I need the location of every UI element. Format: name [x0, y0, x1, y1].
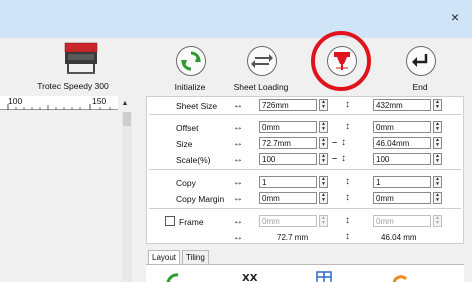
spin-button[interactable]: ▲ ▼ [319, 215, 328, 227]
copy-margin-label: Copy Margin [176, 194, 225, 204]
sheet-size-row: Sheet Size ↔ ▲▼ ↕ ▲▼ [149, 99, 461, 113]
scale-x-field[interactable] [259, 153, 317, 165]
scrollbar-thumb[interactable] [123, 112, 131, 126]
device-panel[interactable]: Trotec Speedy 300 [0, 38, 146, 94]
vertical-arrow-icon: ↕ [345, 192, 350, 203]
dimension-height: 46.04 mm [381, 233, 417, 242]
vertical-arrow-icon: ↕ [345, 121, 350, 132]
spin-button[interactable]: ▲ ▼ [433, 215, 442, 227]
horizontal-arrow-icon: ↔ [233, 216, 243, 227]
aspect-lock-icon[interactable]: – [332, 137, 337, 147]
initialize-button[interactable]: Initialize [160, 46, 220, 94]
vertical-arrow-icon: ↕ [345, 215, 350, 226]
spin-button[interactable]: ▲ ▼ [433, 176, 442, 188]
horizontal-arrow-icon: ↔ [233, 100, 243, 111]
ruler: 100 150 [0, 96, 118, 110]
copy-margin-x-field[interactable] [259, 192, 317, 204]
spin-button[interactable]: ▲ ▼ [433, 192, 442, 204]
scale-y-field[interactable] [373, 153, 431, 165]
frame-row: Frame ↔ ▲▼ ↕ ▲▼ [149, 215, 461, 229]
grid-layout-icon[interactable] [316, 271, 332, 282]
size-row: Size ↔ ▲▼ – ↕ ▲▼ [149, 137, 461, 151]
spin-button[interactable]: ▲ ▼ [319, 121, 328, 133]
copy-margin-y-field[interactable] [373, 192, 431, 204]
spin-button[interactable]: ▲ ▼ [433, 121, 442, 133]
frame-label: Frame [179, 217, 204, 227]
frame-x-field[interactable] [259, 215, 317, 227]
size-height-field[interactable] [373, 137, 431, 149]
settings-panel: Sheet Size ↔ ▲▼ ↕ ▲▼ Offset ↔ ▲▼ ↕ ▲▼ Si… [146, 96, 464, 244]
tab-tiling[interactable]: Tiling [182, 250, 209, 264]
refresh-icon [176, 46, 206, 76]
svg-text:XX: XX [242, 273, 258, 282]
scroll-up-arrow-icon[interactable]: ▲ [120, 99, 130, 109]
highlight-ring [311, 31, 371, 91]
geometry-section: Offset ↔ ▲▼ ↕ ▲▼ Size ↔ ▲▼ – ↕ ▲▼ Scale(… [149, 116, 461, 170]
distribute-icon[interactable]: XX [242, 271, 258, 282]
spin-button[interactable]: ▲ ▼ [319, 137, 328, 149]
spin-button[interactable]: ▲ ▼ [433, 99, 442, 111]
copy-section: Copy ↔ ▲▼ ↕ ▲▼ Copy Margin ↔ ▲▼ ↕ ▲▼ [149, 171, 461, 209]
close-button[interactable]: × [448, 10, 462, 24]
vertical-arrow-icon: ↕ [345, 176, 350, 187]
spin-button[interactable]: ▲ ▼ [433, 137, 442, 149]
ruler-ticks [7, 104, 111, 110]
size-label: Size [176, 139, 193, 149]
vertical-arrow-icon: ↕ [345, 231, 350, 242]
horizontal-arrow-icon: ↔ [233, 177, 243, 188]
offset-y-field[interactable] [373, 121, 431, 133]
horizontal-arrow-icon: ↔ [233, 122, 243, 133]
offset-x-field[interactable] [259, 121, 317, 133]
copy-y-field[interactable] [373, 176, 431, 188]
dimension-width: 72.7 mm [277, 233, 309, 242]
copy-label: Copy [176, 178, 196, 188]
initialize-label: Initialize [174, 82, 206, 92]
offset-row: Offset ↔ ▲▼ ↕ ▲▼ [149, 121, 461, 135]
frame-section: Frame ↔ ▲▼ ↕ ▲▼ ↔ 72.7 mm ↕ 46.04 mm [149, 210, 461, 244]
vertical-arrow-icon: ↕ [345, 99, 350, 110]
bottom-tabs: Layout Tiling XX [146, 250, 464, 282]
sheet-size-label: Sheet Size [176, 101, 218, 111]
title-bar: × [0, 0, 472, 38]
layout-green-icon[interactable] [166, 271, 180, 282]
copy-row: Copy ↔ ▲▼ ↕ ▲▼ [149, 176, 461, 190]
tab-layout[interactable]: Layout [148, 250, 181, 265]
frame-y-field[interactable] [373, 215, 431, 227]
end-label: End [412, 82, 428, 92]
spin-button[interactable]: ▲ ▼ [433, 153, 442, 165]
spin-button[interactable]: ▲ ▼ [319, 99, 328, 111]
laser-device-icon [64, 42, 98, 74]
tab-content: XX [146, 264, 464, 282]
frame-checkbox[interactable] [165, 216, 175, 226]
device-name: Trotec Speedy 300 [37, 81, 109, 91]
end-button[interactable]: End [390, 46, 450, 94]
offset-label: Offset [176, 123, 199, 133]
vertical-arrow-icon: ↕ [341, 137, 346, 148]
horizontal-arrow-icon: ↔ [233, 138, 243, 149]
horizontal-arrow-icon: ↔ [233, 193, 243, 204]
scale-label: Scale(%) [176, 155, 211, 165]
horizontal-arrow-icon: ↔ [233, 154, 243, 165]
size-width-field[interactable] [259, 137, 317, 149]
dimensions-row: ↔ 72.7 mm ↕ 46.04 mm [149, 231, 461, 245]
sheet-width-field[interactable] [259, 99, 317, 111]
copy-x-field[interactable] [259, 176, 317, 188]
horizontal-arrow-icon: ↔ [233, 232, 243, 243]
vertical-arrow-icon: ↕ [341, 153, 346, 164]
spin-button[interactable]: ▲ ▼ [319, 153, 328, 165]
sheet-height-field[interactable] [373, 99, 431, 111]
vertical-scrollbar[interactable] [122, 112, 132, 282]
spin-button[interactable]: ▲ ▼ [319, 176, 328, 188]
scale-row: Scale(%) ↔ ▲▼ – ↕ ▲▼ [149, 153, 461, 167]
return-icon [406, 46, 436, 76]
sheet-loading-button[interactable]: Sheet Loading [231, 46, 291, 94]
copy-margin-row: Copy Margin ↔ ▲▼ ↕ ▲▼ [149, 192, 461, 206]
orange-circle-icon[interactable] [392, 271, 408, 282]
arrows-icon [247, 46, 277, 76]
aspect-lock-icon[interactable]: – [332, 153, 337, 163]
sheet-loading-label: Sheet Loading [233, 82, 289, 92]
sheet-size-section: Sheet Size ↔ ▲▼ ↕ ▲▼ [149, 97, 461, 115]
spin-button[interactable]: ▲ ▼ [319, 192, 328, 204]
